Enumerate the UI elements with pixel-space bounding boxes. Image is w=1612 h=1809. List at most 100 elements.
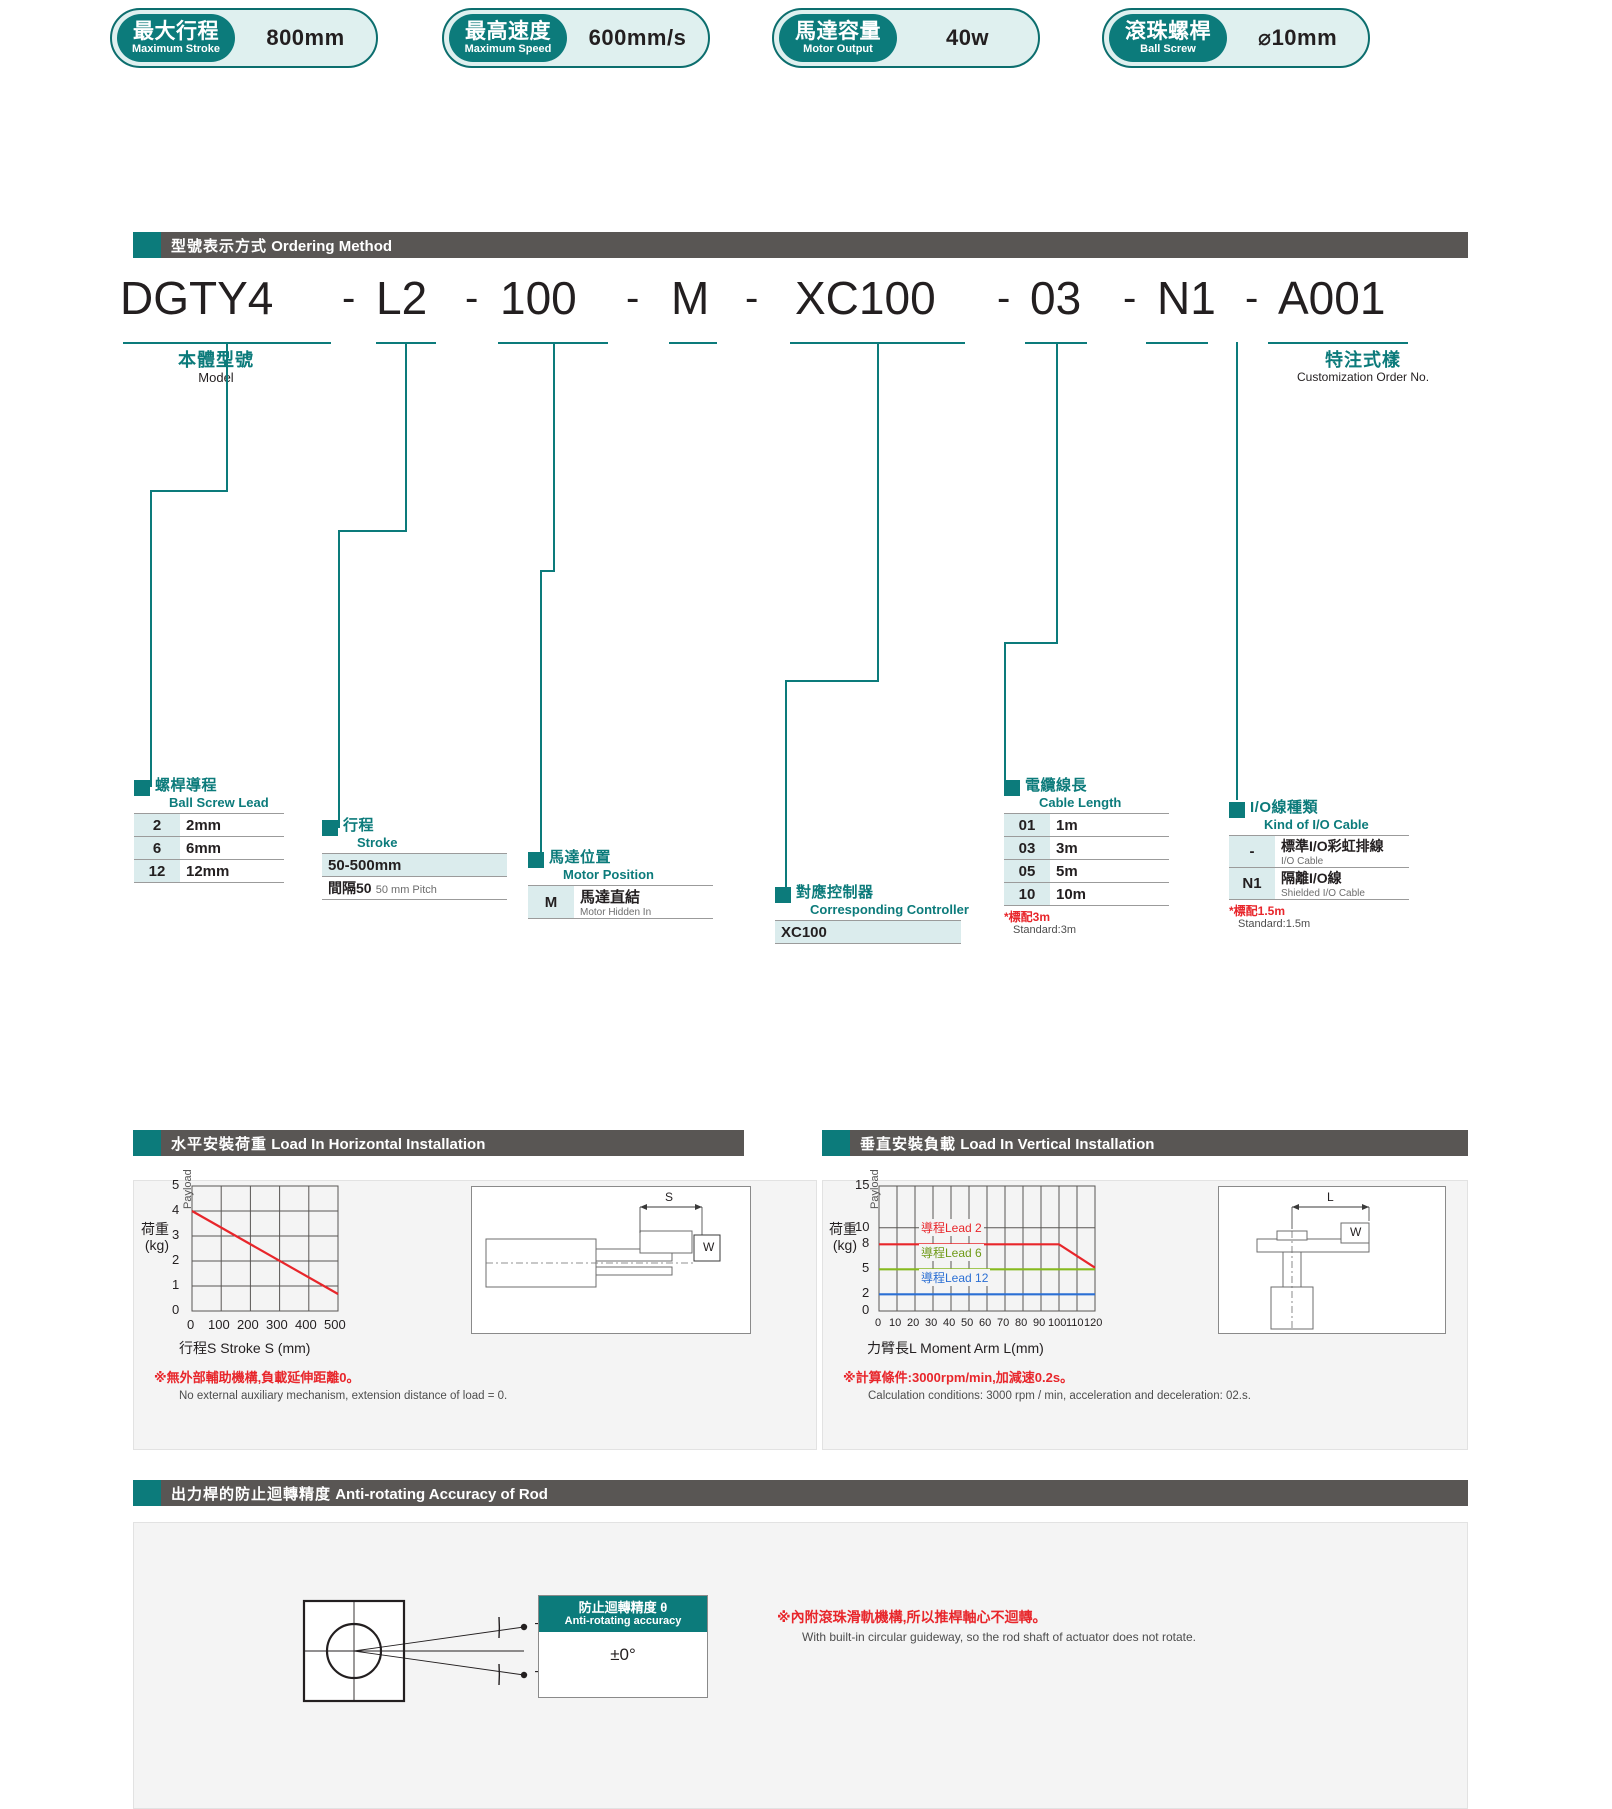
option-value: 3m — [1050, 836, 1169, 860]
option-value: 50-500mm — [322, 853, 507, 877]
spec-badge-maximum-speed: 最高速度 Maximum Speed 600mm/s — [442, 8, 710, 68]
model-token-motorpos: M — [671, 272, 710, 324]
section-title-en: Load In Vertical Installation — [960, 1135, 1155, 1153]
badge-value: ⌀10mm — [1257, 25, 1338, 50]
option-title: 馬達位置 Motor Position — [528, 850, 713, 882]
vertical-load-panel: 15 10 8 5 2 0 荷重 (kg) Payload 導程Lead 2 導… — [822, 1169, 1468, 1450]
antirot-note-en: With built-in circular guideway, so the … — [802, 1630, 1196, 1644]
leader-stroke-v1 — [405, 342, 407, 532]
section-marker — [133, 1480, 161, 1506]
option-value-en: Shielded I/O Cable — [1281, 888, 1365, 899]
badge-title-cn: 最高速度 — [465, 19, 551, 43]
customization-label: 特注式樣 Customization Order No. — [1297, 350, 1429, 384]
option-value: 12mm — [180, 859, 284, 883]
option-value-cn: 隔離I/O線 — [1281, 870, 1342, 886]
h-xtick-5: 500 — [324, 1317, 346, 1332]
option-key: - — [1229, 835, 1275, 868]
model-separator: - — [997, 276, 1011, 320]
option-note-en: 50 mm Pitch — [375, 884, 437, 896]
model-label: 本體型號 Model — [178, 350, 254, 385]
v-xtick-70: 70 — [997, 1317, 1010, 1329]
leader-lead-v2 — [150, 490, 152, 787]
leader-motor-v1 — [553, 342, 555, 572]
option-value: XC100 — [775, 920, 961, 944]
option-key: N1 — [1229, 867, 1275, 900]
table-row: 10 10m — [1004, 882, 1169, 906]
leader-ctrl-v2 — [785, 680, 787, 895]
option-title-cn: 行程 — [343, 817, 375, 834]
spec-badge-row: 最大行程 Maximum Stroke 800mm 最高速度 Maximum S… — [110, 8, 1370, 72]
model-token-cable: 03 — [1030, 272, 1082, 324]
square-marker-icon — [528, 852, 544, 868]
h-xtick-3: 300 — [266, 1317, 288, 1332]
option-group-motor-position: 馬達位置 Motor Position M 馬達直結 Motor Hidden … — [528, 850, 713, 919]
anti-rotating-accuracy-table: 防止迴轉精度 θ Anti-rotating accuracy ±0° — [538, 1595, 708, 1698]
section-title-cn: 出力桿的防止迴轉精度 — [171, 1485, 332, 1503]
v-xtick-40: 40 — [943, 1317, 956, 1329]
model-token-controller: XC100 — [795, 272, 936, 324]
square-marker-icon — [1229, 802, 1245, 818]
vertical-drawing-svg — [1256, 1204, 1370, 1330]
table-row: 12 12mm — [134, 859, 284, 883]
badge-pill: 滾珠螺桿 Ball Screw — [1109, 14, 1227, 62]
section-title-cn: 型號表示方式 — [171, 237, 268, 255]
model-number-string: DGTY4 - L2 - 100 - M - XC100 - 03 - N1 -… — [120, 272, 1470, 328]
spec-badge-ball-screw: 滾珠螺桿 Ball Screw ⌀10mm — [1102, 8, 1370, 68]
section-title-cn: 垂直安裝負載 — [860, 1135, 957, 1153]
leader-motor-h — [540, 570, 555, 572]
option-value: 標準I/O彩虹排線 I/O Cable — [1275, 835, 1409, 868]
section-header-ordering-method: 型號表示方式 Ordering Method — [133, 232, 1468, 258]
option-value: 隔離I/O線 Shielded I/O Cable — [1275, 867, 1409, 900]
model-token-iocable: N1 — [1157, 272, 1216, 324]
h-note-cn: ※無外部輔助機構,負載延伸距離0。 — [154, 1370, 360, 1385]
badge-title-cn: 滾珠螺桿 — [1125, 19, 1211, 43]
section-marker — [133, 232, 161, 258]
option-key: 10 — [1004, 882, 1050, 906]
model-separator: - — [1245, 276, 1259, 320]
model-separator: - — [465, 276, 479, 320]
section-marker — [133, 1130, 161, 1156]
leader-lead-v1 — [226, 342, 228, 492]
h-xtick-2: 200 — [237, 1317, 259, 1332]
badge-pill: 最大行程 Maximum Stroke — [117, 14, 235, 62]
option-group-corresponding-controller: 對應控制器 Corresponding Controller XC100 — [775, 885, 969, 944]
cable-footnote-en: Standard:3m — [1013, 924, 1076, 936]
option-title-cn: 螺桿導程 — [155, 777, 218, 794]
v-xtick-10: 10 — [889, 1317, 902, 1329]
section-title-en: Ordering Method — [271, 237, 393, 255]
v-xtick-100: 100 — [1048, 1317, 1067, 1329]
option-value-en: I/O Cable — [1281, 856, 1324, 867]
model-separator: - — [626, 276, 640, 320]
option-title-cn: 電纜線長 — [1025, 777, 1088, 794]
option-title: I/O線種類 Kind of I/O Cable — [1229, 800, 1409, 832]
option-value: 6mm — [180, 836, 284, 860]
model-token-stroke: 100 — [500, 272, 577, 324]
v-xtick-110: 110 — [1066, 1317, 1084, 1329]
accuracy-value: ±0° — [610, 1645, 636, 1664]
option-title-en: Ball Screw Lead — [169, 795, 269, 810]
customization-label-cn: 特注式樣 — [1325, 350, 1402, 370]
section-title: 垂直安裝負載 Load In Vertical Installation — [850, 1133, 1154, 1154]
option-group-stroke: 行程 Stroke 50-500mm 間隔50 50 mm Pitch — [322, 818, 507, 900]
leader-ctrl-h — [785, 680, 879, 682]
option-key: 05 — [1004, 859, 1050, 883]
leader-ctrl-v1 — [877, 342, 879, 682]
h-note-en: No external auxiliary mechanism, extensi… — [179, 1390, 508, 1402]
section-title-en: Anti-rotating Accuracy of Rod — [335, 1485, 548, 1503]
accuracy-header-cn: 防止迴轉精度 θ — [578, 1600, 668, 1615]
option-title: 對應控制器 Corresponding Controller — [775, 885, 969, 917]
option-title: 行程 Stroke — [322, 818, 507, 850]
token-underline-motorpos — [669, 342, 717, 344]
option-title-en: Corresponding Controller — [810, 902, 969, 917]
cable-footnote-red: *標配3m — [1004, 910, 1051, 924]
leader-cable-v2 — [1004, 642, 1006, 784]
badge-pill: 馬達容量 Motor Output — [779, 14, 897, 62]
option-key: 01 — [1004, 813, 1050, 837]
table-row: 05 5m — [1004, 859, 1169, 883]
option-title-cn: 馬達位置 — [549, 849, 612, 866]
v-note-en: Calculation conditions: 3000 rpm / min, … — [868, 1390, 1251, 1402]
badge-title-en: Maximum Speed — [464, 42, 552, 55]
h-xtick-1: 100 — [208, 1317, 230, 1332]
badge-value: 800mm — [266, 25, 345, 50]
option-title-en: Stroke — [357, 835, 398, 850]
